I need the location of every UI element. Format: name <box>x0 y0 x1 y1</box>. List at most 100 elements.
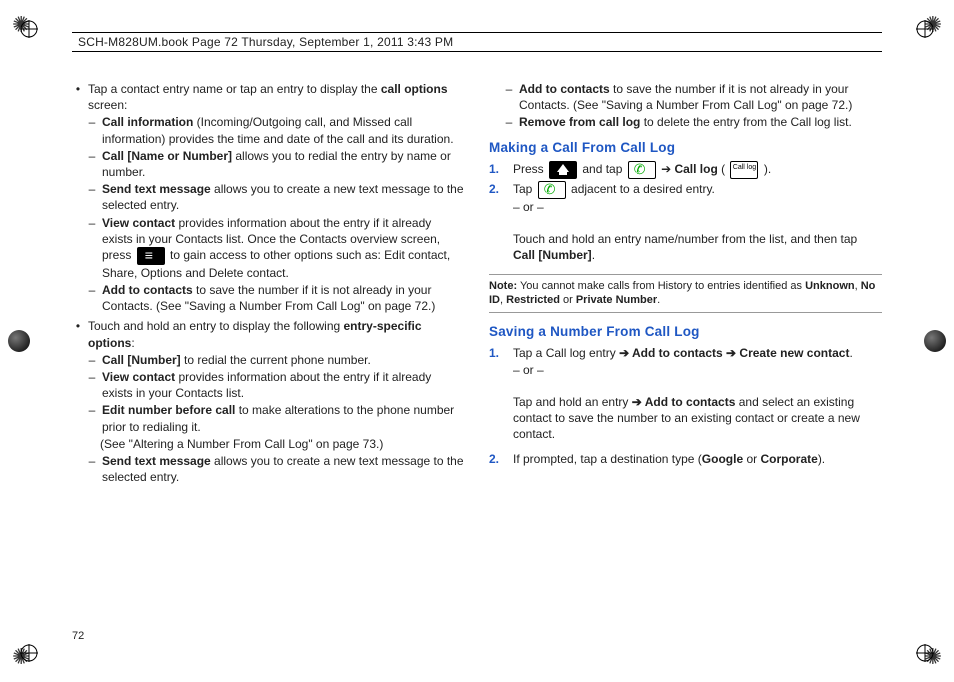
text: You cannot make calls from History to en… <box>517 280 805 292</box>
dash-icon: – <box>86 282 98 314</box>
text-bold: Add to contacts <box>645 395 736 409</box>
step-number: 2. <box>489 451 505 467</box>
crop-mark-icon <box>916 20 934 38</box>
text: ( <box>718 162 729 176</box>
arrow-icon: ➔ <box>619 346 632 360</box>
section-heading: Saving a Number From Call Log <box>489 323 882 341</box>
registration-dot-icon <box>924 330 946 352</box>
list-item: Edit number before call to make alterati… <box>102 402 465 434</box>
section-heading: Making a Call From Call Log <box>489 139 882 157</box>
list-item: Call [Number] to redial the current phon… <box>102 352 465 368</box>
text-bold: Remove from call log <box>519 115 640 129</box>
list-item: Add to contacts to save the number if it… <box>519 81 882 113</box>
arrow-icon: ➔ <box>658 162 675 176</box>
text-bold: Edit number before call <box>102 403 235 417</box>
paragraph: Touch and hold an entry to display the f… <box>88 318 465 350</box>
text: Tap <box>513 182 536 196</box>
step-number: 1. <box>489 345 505 442</box>
bullet-icon: • <box>72 318 84 350</box>
list-item: Remove from call log to delete the entry… <box>519 114 882 130</box>
list-item: View contact provides information about … <box>102 215 465 282</box>
registration-dot-icon <box>8 330 30 352</box>
bullet-icon: • <box>72 81 84 113</box>
step-text: Press and tap ➔ Call log ( ). <box>513 161 882 179</box>
step-number: 1. <box>489 161 505 179</box>
text-bold: Unknown <box>805 280 855 292</box>
text: Tap a contact entry name or tap an entry… <box>88 82 381 96</box>
text: or <box>743 452 760 466</box>
step-row: 1. Tap a Call log entry ➔ Add to contact… <box>489 345 882 442</box>
dash-icon: – <box>86 215 98 282</box>
text-bold: Add to contacts <box>519 82 610 96</box>
arrow-icon: ➔ <box>723 346 740 360</box>
text: or <box>560 294 576 306</box>
list-item: Call [Name or Number] allows you to redi… <box>102 148 465 180</box>
step-row: 2. If prompted, tap a destination type (… <box>489 451 882 467</box>
step-row: 2. Tap adjacent to a desired entry. – or… <box>489 181 882 264</box>
text-bold: Call [Number] <box>102 353 181 367</box>
document-page: ✺ ✺ ✺ ✺ SCH-M828UM.book Page 72 Thursday… <box>0 0 954 682</box>
reference-text: (See "Altering a Number From Call Log" o… <box>100 436 465 452</box>
crop-mark-icon <box>916 644 934 662</box>
step-text: Tap a Call log entry ➔ Add to contacts ➔… <box>513 345 882 442</box>
text: to delete the entry from the Call log li… <box>640 115 851 129</box>
text-bold: Send text message <box>102 182 211 196</box>
text: ). <box>818 452 825 466</box>
dash-icon: – <box>86 369 98 401</box>
text-bold: Send text message <box>102 454 211 468</box>
step-row: 1. Press and tap ➔ Call log ( ). <box>489 161 882 179</box>
dash-icon: – <box>86 453 98 485</box>
text-bold: Call information <box>102 115 193 129</box>
call-log-icon <box>730 161 758 179</box>
text-bold: call options <box>381 82 448 96</box>
text-bold: Add to contacts <box>102 283 193 297</box>
note-label: Note: <box>489 280 517 292</box>
text-bold: View contact <box>102 370 175 384</box>
dash-icon: – <box>86 352 98 368</box>
list-item: Send text message allows you to create a… <box>102 453 465 485</box>
dash-icon: – <box>86 402 98 434</box>
list-item: Add to contacts to save the number if it… <box>102 282 465 314</box>
menu-icon <box>137 247 165 265</box>
step-number: 2. <box>489 181 505 264</box>
text: adjacent to a desired entry. <box>568 182 715 196</box>
page-number: 72 <box>72 630 84 642</box>
text-bold: Restricted <box>506 294 560 306</box>
text: ). <box>760 162 771 176</box>
paragraph: Tap a contact entry name or tap an entry… <box>88 81 465 113</box>
left-column: • Tap a contact entry name or tap an ent… <box>72 80 465 622</box>
list-item: Send text message allows you to create a… <box>102 181 465 213</box>
text: Touch and hold an entry name/number from… <box>513 232 857 246</box>
note-block: Note: You cannot make calls from History… <box>489 274 882 314</box>
text: If prompted, tap a destination type ( <box>513 452 702 466</box>
text: . <box>592 248 595 262</box>
text: to redial the current phone number. <box>181 353 371 367</box>
list-item: View contact provides information about … <box>102 369 465 401</box>
crop-mark-icon <box>20 20 38 38</box>
text-bold: Call [Name or Number] <box>102 149 232 163</box>
crop-mark-icon <box>20 644 38 662</box>
text-bold: Create new contact <box>739 346 849 360</box>
dash-icon: – <box>86 181 98 213</box>
text: Press <box>513 162 547 176</box>
page-header: SCH-M828UM.book Page 72 Thursday, Septem… <box>72 32 882 52</box>
text: Tap and hold an entry <box>513 395 632 409</box>
or-separator: – or – <box>513 200 544 214</box>
text-bold: Call [Number] <box>513 248 592 262</box>
step-text: Tap adjacent to a desired entry. – or – … <box>513 181 882 264</box>
phone-icon <box>538 181 566 199</box>
text: . <box>849 346 852 360</box>
dash-icon: – <box>503 114 515 130</box>
text: : <box>131 336 134 350</box>
text: . <box>657 294 660 306</box>
text: screen: <box>88 98 127 112</box>
content-columns: • Tap a contact entry name or tap an ent… <box>72 80 882 622</box>
text: Touch and hold an entry to display the f… <box>88 319 344 333</box>
phone-icon <box>628 161 656 179</box>
text: and tap <box>579 162 626 176</box>
step-text: If prompted, tap a destination type (Goo… <box>513 451 882 467</box>
home-icon <box>549 161 577 179</box>
text-bold: Add to contacts <box>632 346 723 360</box>
text-bold: Corporate <box>760 452 817 466</box>
text-bold: Call log <box>674 162 717 176</box>
